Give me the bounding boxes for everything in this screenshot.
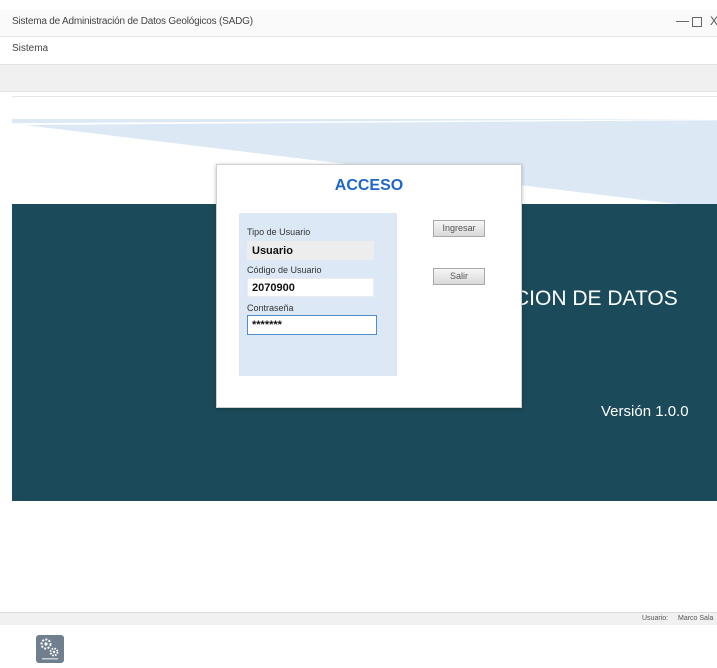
user-code-input[interactable]: 2070900 bbox=[247, 278, 374, 297]
banner-version: Versión 1.0.0 bbox=[601, 403, 689, 420]
login-dialog: ACCESO Tipo de Usuario Usuario Código de… bbox=[216, 164, 522, 408]
password-input[interactable]: ******* bbox=[247, 315, 377, 335]
window-title: Sistema de Administración de Datos Geoló… bbox=[12, 16, 253, 27]
status-bar: Usuario: Marco Sala bbox=[0, 612, 717, 625]
maximize-button[interactable] bbox=[692, 17, 702, 27]
title-bar: Sistema de Administración de Datos Geoló… bbox=[0, 10, 717, 37]
user-type-field[interactable]: Usuario bbox=[247, 241, 374, 260]
status-user-value: Marco Sala bbox=[678, 615, 714, 622]
login-title: ACCESO bbox=[334, 177, 404, 194]
close-button[interactable]: X bbox=[710, 14, 717, 28]
configuration-gears-icon[interactable] bbox=[36, 635, 64, 663]
menu-bar: Sistema bbox=[0, 38, 717, 60]
ingresar-button[interactable]: Ingresar bbox=[433, 220, 485, 237]
user-type-label: Tipo de Usuario bbox=[247, 227, 311, 237]
status-user-label: Usuario: bbox=[642, 615, 669, 622]
user-code-label: Código de Usuario bbox=[247, 265, 322, 275]
login-form: Tipo de Usuario Usuario Código de Usuari… bbox=[239, 213, 397, 376]
banner-title: ACION DE DATOS bbox=[500, 287, 678, 310]
menu-item-sistema[interactable]: Sistema bbox=[12, 43, 48, 54]
salir-button[interactable]: Salir bbox=[433, 268, 485, 285]
toolbar bbox=[0, 64, 717, 92]
password-label: Contraseña bbox=[247, 303, 294, 313]
minimize-button[interactable]: — bbox=[676, 13, 689, 28]
